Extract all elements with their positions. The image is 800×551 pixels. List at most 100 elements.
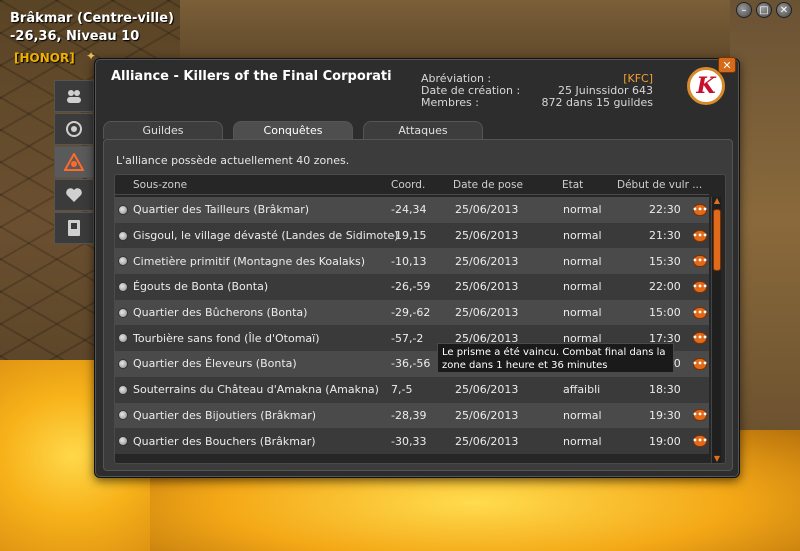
conquests-panel: L'alliance possède actuellement 40 zones… <box>103 139 733 471</box>
cell-time: 21:30 <box>649 229 681 243</box>
members-label: Membres : <box>421 96 479 109</box>
cell-coord: -24,34 <box>391 203 427 217</box>
cell-coord: -57,-2 <box>391 331 424 345</box>
minimize-button[interactable]: – <box>736 2 752 18</box>
cell-date: 25/06/2013 <box>455 280 519 294</box>
pin-icon <box>118 256 128 267</box>
cell-zone: Quartier des Bijoutiers (Brâkmar) <box>133 408 317 422</box>
pin-icon <box>118 384 128 395</box>
cell-zone: Quartier des Tailleurs (Brâkmar) <box>133 203 310 217</box>
zones-summary: L'alliance possède actuellement 40 zones… <box>116 154 350 167</box>
zones-table: Sous-zone Coord. Date de pose Etat Début… <box>114 174 726 464</box>
table-row[interactable]: Quartier des Bijoutiers (Brâkmar) -28,39 2… <box>115 402 709 429</box>
cell-date: 25/06/2013 <box>455 434 519 448</box>
more-options-icon[interactable]: ••• <box>692 357 708 370</box>
pin-icon <box>118 230 128 241</box>
cell-coord: 7,-5 <box>391 383 413 397</box>
cell-state: normal <box>563 434 602 448</box>
pin-icon <box>118 333 128 344</box>
table-row[interactable]: Quartier des Bouchers (Brâkmar) -30,33 25/… <box>115 428 709 454</box>
scrollbar[interactable]: ▲ ▼ <box>711 197 721 463</box>
more-options-icon[interactable]: ••• <box>692 332 708 345</box>
cell-date: 25/06/2013 <box>455 229 519 243</box>
window-controls: – □ ✕ <box>736 2 792 18</box>
table-row[interactable]: Gisgoul, le village dévasté (Landes de S… <box>115 222 709 249</box>
cell-time: 19:30 <box>649 408 681 422</box>
header-vuln-start[interactable]: Début de vulr ... <box>617 179 702 191</box>
location-name: Brâkmar (Centre-ville) <box>10 11 174 26</box>
header-state[interactable]: Etat <box>562 179 583 191</box>
window-close-button[interactable]: ✕ <box>776 2 792 18</box>
more-options-icon[interactable]: ••• <box>692 435 708 448</box>
location-coords: -26,36, Niveau 10 <box>10 29 140 44</box>
people-icon[interactable] <box>54 80 94 112</box>
cell-coord: -36,-56 <box>391 357 431 371</box>
cell-coord: -28,39 <box>391 408 427 422</box>
table-row[interactable]: Quartier des Bûcherons (Bonta) -29,-62 25/… <box>115 299 709 326</box>
cell-zone: Quartier des Éleveurs (Bonta) <box>133 357 297 371</box>
header-coord[interactable]: Coord. <box>391 179 425 191</box>
maximize-button[interactable]: □ <box>756 2 772 18</box>
cell-date: 25/06/2013 <box>455 383 519 397</box>
cell-time: 15:00 <box>649 306 681 320</box>
scroll-thumb[interactable] <box>713 209 721 271</box>
header-date[interactable]: Date de pose <box>453 179 523 191</box>
table-row[interactable]: Quartier des Tailleurs (Brâkmar) -24,34 25… <box>115 197 709 223</box>
table-body: Quartier des Tailleurs (Brâkmar) -24,34 25… <box>115 197 709 454</box>
cell-time: 22:30 <box>649 203 681 217</box>
header-subzone[interactable]: Sous-zone <box>133 179 187 191</box>
cell-date: 25/06/2013 <box>455 408 519 422</box>
dialog-title: Alliance - Killers of the Final Corporat… <box>111 69 392 84</box>
cell-zone: Quartier des Bûcherons (Bonta) <box>133 306 308 320</box>
cell-coord: -19,15 <box>391 229 427 243</box>
cell-time: 15:30 <box>649 254 681 268</box>
cell-state: normal <box>563 408 602 422</box>
tooltip: Le prisme a été vaincu. Combat final dan… <box>437 343 674 373</box>
table-row[interactable]: Souterrains du Château d'Amakna (Amakna)… <box>115 376 709 403</box>
cell-state: normal <box>563 254 602 268</box>
cell-coord: -29,-62 <box>391 306 431 320</box>
cell-state: normal <box>563 229 602 243</box>
cell-time: 19:00 <box>649 434 681 448</box>
table-row[interactable]: Égouts de Bonta (Bonta) -26,-59 25/06/2013… <box>115 274 709 300</box>
more-options-icon[interactable]: ••• <box>692 229 708 242</box>
cell-state: affaibli <box>563 383 601 397</box>
cell-state: normal <box>563 280 602 294</box>
cell-zone: Tourbière sans fond (Île d'Otomaï) <box>133 331 320 345</box>
cell-time: 22:00 <box>649 280 681 294</box>
target-icon[interactable] <box>54 113 94 145</box>
alliance-icon[interactable] <box>54 146 94 178</box>
cell-coord: -10,13 <box>391 254 427 268</box>
cell-zone: Souterrains du Château d'Amakna (Amakna) <box>133 383 379 397</box>
alliance-emblem: K <box>687 67 725 105</box>
more-options-icon[interactable]: ••• <box>692 409 708 422</box>
pin-icon <box>118 204 128 215</box>
cell-coord: -26,-59 <box>391 280 431 294</box>
book-icon[interactable] <box>54 212 94 244</box>
more-options-icon[interactable]: ••• <box>692 203 708 216</box>
cell-date: 25/06/2013 <box>455 203 519 217</box>
honor-label: [HONOR] <box>14 51 75 65</box>
heart-icon[interactable] <box>54 179 94 211</box>
more-options-icon[interactable]: ••• <box>692 306 708 319</box>
tab-guildes[interactable]: Guildes <box>103 121 223 139</box>
cell-time: 18:30 <box>649 383 681 397</box>
location-info: Brâkmar (Centre-ville) -26,36, Niveau 10 <box>10 10 174 46</box>
more-options-icon[interactable]: ••• <box>692 280 708 293</box>
cell-date: 25/06/2013 <box>455 254 519 268</box>
cell-state: normal <box>563 306 602 320</box>
pin-icon <box>118 410 128 421</box>
alliance-info: Abréviation : [KFC] Date de création : 2… <box>421 73 653 109</box>
members-value: 872 dans 15 guildes <box>541 96 653 109</box>
pin-icon <box>118 281 128 292</box>
pin-icon <box>118 307 128 318</box>
scroll-down-icon[interactable]: ▼ <box>713 455 721 463</box>
scroll-up-icon[interactable]: ▲ <box>713 197 721 205</box>
alliance-dialog: Alliance - Killers of the Final Corporat… <box>94 57 740 478</box>
cell-date: 25/06/2013 <box>455 306 519 320</box>
more-options-icon[interactable]: ••• <box>692 255 708 268</box>
tab-attaques[interactable]: Attaques <box>363 121 483 139</box>
tab-conquetes[interactable]: Conquêtes <box>233 121 353 139</box>
table-row[interactable]: Cimetière primitif (Montagne des Koalaks… <box>115 248 709 275</box>
close-button[interactable]: ✕ <box>718 57 736 73</box>
